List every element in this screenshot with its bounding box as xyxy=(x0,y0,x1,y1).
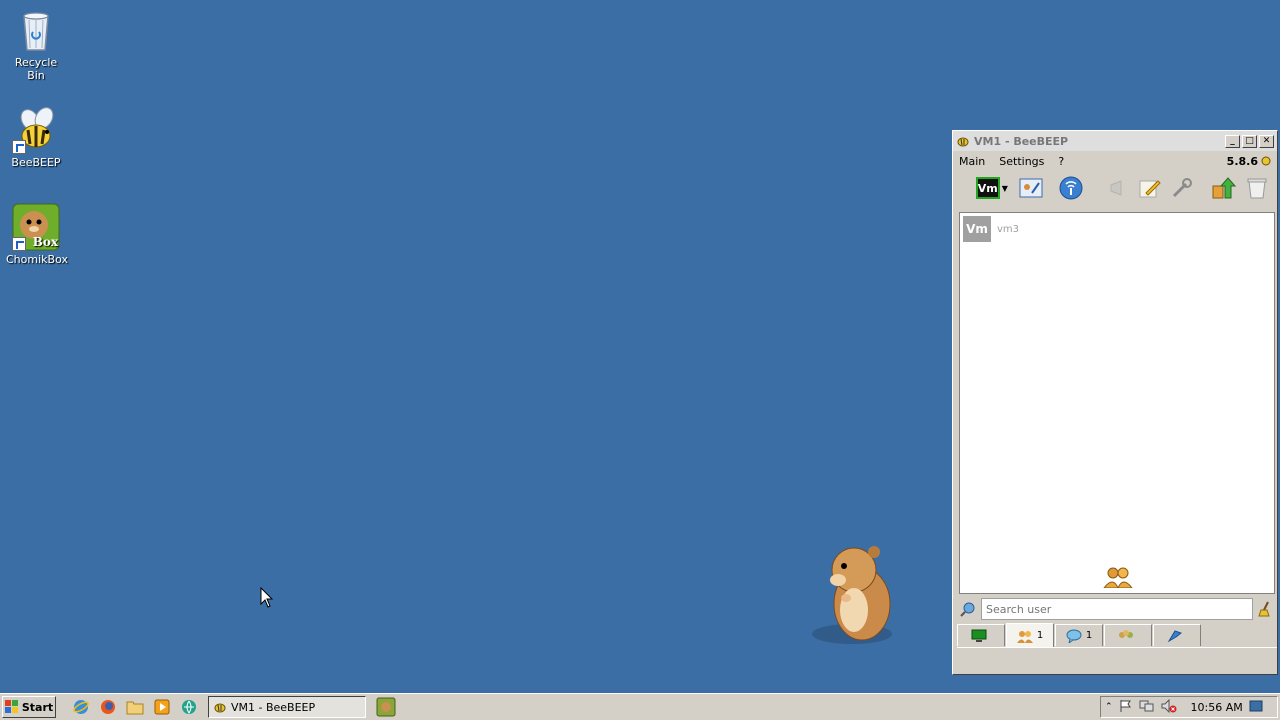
windows-logo-icon xyxy=(4,700,18,713)
arrow-up-icon xyxy=(1212,177,1236,199)
vm-status-badge: Vm xyxy=(975,177,1000,199)
menu-main[interactable]: Main xyxy=(959,155,985,168)
taskbar: Start VM1 - BeeBEEP ⌃ 10:56 AM xyxy=(0,693,1280,720)
version-number: 5.8.6 xyxy=(1226,154,1258,168)
globe-icon[interactable] xyxy=(180,698,198,716)
firefox-icon[interactable] xyxy=(99,698,117,716)
user-list[interactable]: Vm vm3 xyxy=(959,212,1275,594)
network-button[interactable] xyxy=(1059,175,1083,201)
user-name: vm3 xyxy=(997,223,1020,235)
search-row xyxy=(959,597,1275,621)
search-icon xyxy=(959,600,977,618)
computer-icon xyxy=(971,629,987,642)
menu-help[interactable]: ? xyxy=(1058,155,1064,168)
version-label: 5.8.6 xyxy=(1227,155,1271,168)
close-button[interactable]: ✕ xyxy=(1259,134,1274,148)
recycle-bin-icon xyxy=(12,6,60,54)
users-icon xyxy=(1016,630,1033,643)
desktop-icon-label: Recycle Bin xyxy=(14,56,58,82)
quick-launch xyxy=(72,698,198,716)
status-button[interactable]: Vm ▼ xyxy=(973,175,1011,201)
avatar: Vm xyxy=(963,216,991,242)
search-input[interactable] xyxy=(981,598,1253,620)
bee-icon xyxy=(956,134,970,148)
group-icon xyxy=(1119,629,1133,638)
write-message-button[interactable] xyxy=(1138,175,1162,201)
bee-icon xyxy=(1261,156,1271,166)
network-icon xyxy=(1059,176,1083,200)
tab-users[interactable]: 1 xyxy=(1006,623,1054,647)
hamster-mascot[interactable] xyxy=(808,540,900,646)
system-tray: ⌃ 10:56 AM xyxy=(1100,696,1278,718)
list-item[interactable]: Vm vm3 xyxy=(960,213,1274,245)
shortcut-arrow-icon xyxy=(12,237,26,251)
tab-count: 1 xyxy=(1085,630,1093,641)
chomikbox-icon xyxy=(376,697,396,717)
tab-share[interactable] xyxy=(1153,624,1201,646)
clear-search-button[interactable] xyxy=(1257,600,1275,618)
task-label: VM1 - BeeBEEP xyxy=(231,700,316,714)
desktop-icon-beebeep[interactable]: BeeBEEP xyxy=(6,106,66,169)
menu-settings[interactable]: Settings xyxy=(999,155,1044,168)
tab-computers[interactable] xyxy=(957,624,1005,646)
title-bar[interactable]: VM1 - BeeBEEP _ □ ✕ xyxy=(953,131,1277,151)
users-icon xyxy=(1102,564,1134,591)
broadcast-button[interactable] xyxy=(1105,175,1129,201)
toolbar: Vm ▼ xyxy=(953,171,1277,205)
edit-profile-button[interactable] xyxy=(1019,175,1043,201)
menu-bar: Main Settings ? 5.8.6 xyxy=(953,151,1277,171)
chevron-down-icon: ▼ xyxy=(1001,183,1008,193)
profile-edit-icon xyxy=(1019,178,1043,198)
maximize-button[interactable]: □ xyxy=(1242,134,1257,148)
clock[interactable]: 10:56 AM xyxy=(1191,701,1243,714)
desktop-icon-recycle-bin[interactable]: Recycle Bin xyxy=(6,6,66,82)
minimize-button[interactable]: _ xyxy=(1225,134,1240,148)
pencil-icon xyxy=(1139,180,1161,198)
bee-icon xyxy=(12,106,60,154)
taskbar-item-chomikbox[interactable] xyxy=(376,697,396,717)
chat-icon xyxy=(1066,629,1082,643)
show-desktop-icon[interactable] xyxy=(1249,699,1263,716)
broom-icon xyxy=(1258,601,1270,617)
chomikbox-badge: Box xyxy=(32,235,58,249)
tab-chats[interactable]: 1 xyxy=(1055,624,1103,646)
network-tray-icon[interactable] xyxy=(1139,699,1155,716)
desktop-icon-label: ChomikBox xyxy=(6,253,68,266)
beebeep-window[interactable]: VM1 - BeeBEEP _ □ ✕ Main Settings ? 5.8.… xyxy=(952,130,1278,675)
shortcut-arrow-icon xyxy=(12,140,26,154)
desktop-icon-label: BeeBEEP xyxy=(11,156,61,169)
megaphone-icon xyxy=(1110,180,1122,196)
bee-icon xyxy=(214,703,226,713)
media-player-icon[interactable] xyxy=(153,698,171,716)
start-button[interactable]: Start xyxy=(2,696,56,718)
trash-icon xyxy=(1247,178,1267,199)
tab-count: 1 xyxy=(1036,630,1044,641)
tools-icon xyxy=(1173,178,1193,198)
desktop-icon-chomikbox[interactable]: Box ChomikBox xyxy=(6,203,68,266)
ie-icon[interactable] xyxy=(72,698,90,716)
chomikbox-icon: Box xyxy=(12,203,60,251)
update-button[interactable] xyxy=(1211,175,1237,201)
plugins-button[interactable] xyxy=(1170,175,1194,201)
bottom-tabs: 1 1 xyxy=(957,623,1277,648)
taskbar-item-beebeep[interactable]: VM1 - BeeBEEP xyxy=(208,696,366,718)
volume-muted-icon[interactable] xyxy=(1161,698,1177,716)
mouse-cursor xyxy=(260,586,274,612)
share-icon xyxy=(1167,629,1183,642)
flag-icon[interactable] xyxy=(1119,699,1133,716)
start-label: Start xyxy=(21,700,54,714)
chevron-up-icon[interactable]: ⌃ xyxy=(1105,702,1113,712)
window-title: VM1 - BeeBEEP xyxy=(974,134,1069,148)
folder-icon[interactable] xyxy=(126,698,144,716)
tab-groups[interactable] xyxy=(1104,624,1152,646)
clear-button[interactable] xyxy=(1245,175,1269,201)
